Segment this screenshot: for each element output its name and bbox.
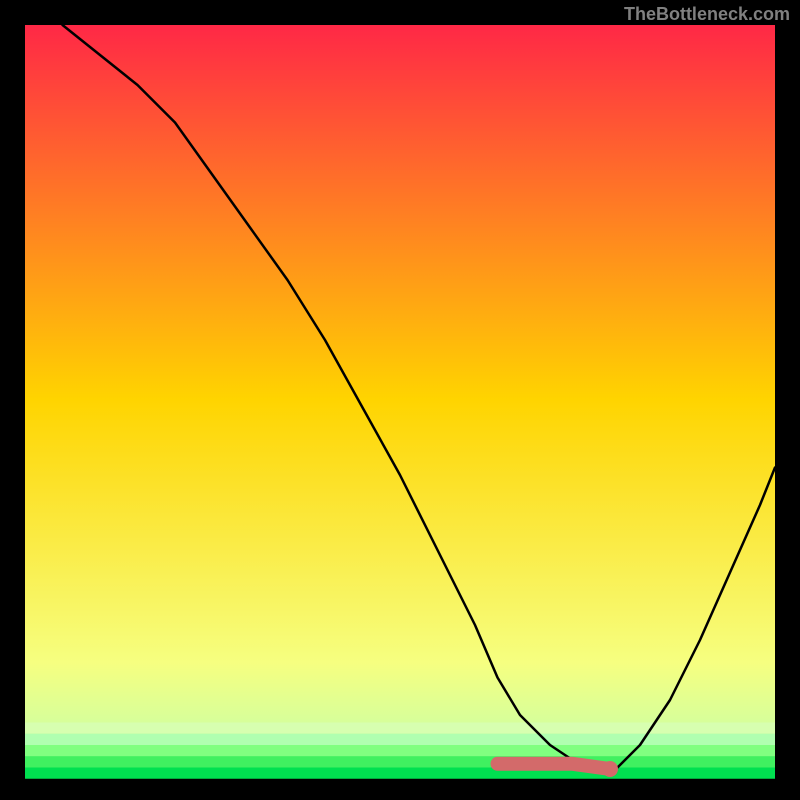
green-band [25, 734, 775, 745]
green-band [25, 756, 775, 767]
optimal-flat-segment [498, 764, 611, 769]
green-band [25, 745, 775, 756]
green-band [25, 723, 775, 734]
gradient-background [25, 25, 775, 775]
bottleneck-chart [0, 0, 800, 800]
optimal-marker-dot [602, 761, 618, 777]
chart-container: TheBottleneck.com [0, 0, 800, 800]
green-band [25, 768, 775, 779]
